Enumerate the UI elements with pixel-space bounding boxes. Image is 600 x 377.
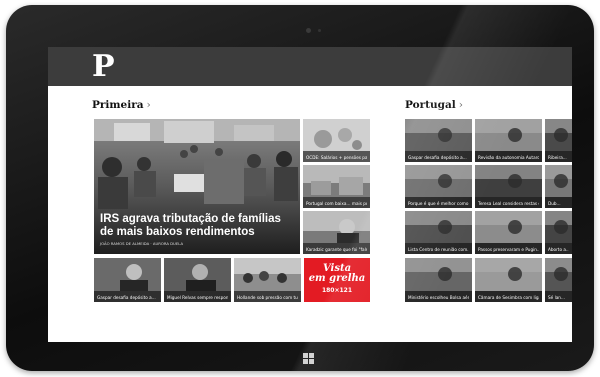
windows-logo-icon[interactable] — [303, 353, 314, 364]
ad-size-label: 180×121 — [321, 287, 353, 294]
tile-caption: Hollande sob pressão com tumultos do... — [237, 295, 298, 300]
article-tile[interactable]: Sé lan... — [545, 258, 572, 302]
article-tile[interactable]: Gaspar desafia depósito a... — [94, 258, 161, 302]
article-tile[interactable]: Karadzic garante que foi "falso para o..… — [303, 211, 370, 254]
section-header-primeira[interactable]: Primeira › — [92, 99, 151, 111]
chevron-right-icon: › — [146, 99, 151, 111]
tile-caption: Karadzic garante que foi "falso para o..… — [306, 247, 367, 252]
article-tile[interactable]: Teresa Leal considera restas do défice..… — [475, 165, 542, 208]
app-header: P — [48, 47, 572, 86]
section-title: Primeira — [92, 99, 144, 111]
article-tile[interactable]: Portugal com baixa… mais pobres de... — [303, 165, 370, 208]
article-tile[interactable]: Câmara de Sesimbra com ligação... — [475, 258, 542, 302]
chevron-right-icon: › — [458, 99, 463, 111]
tile-caption: Gaspar desafia depósito a... — [408, 155, 467, 160]
publico-logo[interactable]: P — [92, 49, 115, 85]
hero-article-tile[interactable]: IRS agrava tributação de famílias de mai… — [94, 119, 300, 254]
article-tile[interactable]: Passos preservaram e Pugin... — [475, 211, 542, 254]
article-tile[interactable]: Revisão da autonomia Autarquia: Puberts … — [475, 119, 542, 162]
section-header-portugal[interactable]: Portugal › — [405, 99, 463, 111]
article-tile[interactable]: Miguel Relvas sempre responde ao... — [164, 258, 231, 302]
article-tile[interactable]: Aborto a... — [545, 211, 572, 254]
tablet-device: P Primeira › IRS agrava tributação de fa… — [6, 5, 594, 371]
tile-caption: Gaspar desafia depósito a... — [97, 295, 156, 300]
tile-caption: Revisão da autonomia Autarquia: Puberts … — [478, 155, 539, 160]
tile-caption: Porque é que é melhor como contribuí... — [408, 201, 469, 206]
camera-icon — [306, 28, 311, 33]
tile-caption: Ministério escolheu Bolsa aéreas... — [408, 295, 469, 300]
article-tile[interactable]: Lista Centro de reunião com... — [405, 211, 472, 254]
tile-caption: Sé lan... — [548, 295, 565, 300]
tile-caption: Câmara de Sesimbra com ligação... — [478, 295, 539, 300]
tile-caption: Teresa Leal considera restas do défice..… — [478, 201, 539, 206]
tile-caption: Aborto a... — [548, 247, 569, 252]
app-screen: P Primeira › IRS agrava tributação de fa… — [48, 47, 572, 342]
article-tile[interactable]: Gaspar desafia depósito a... — [405, 119, 472, 162]
article-tile[interactable]: Ministério escolheu Bolsa aéreas... — [405, 258, 472, 302]
section-title: Portugal — [405, 99, 456, 111]
article-tile[interactable]: Ribeira... — [545, 119, 572, 162]
article-tile[interactable]: OCDE: Salários + pensões pagam IPR... — [303, 119, 370, 162]
article-tile[interactable]: Hollande sob pressão com tumultos do... — [234, 258, 301, 302]
sensor-icon — [318, 29, 321, 32]
ad-line-2: em grelha — [308, 273, 366, 284]
tile-caption: Ribeira... — [548, 155, 567, 160]
tile-caption: OCDE: Salários + pensões pagam IPR... — [306, 155, 367, 160]
hero-byline: JOÃO RAMOS DE ALMEIDA · AURORA DUELA — [100, 241, 184, 246]
advertisement-tile[interactable]: Vista em grelha 180×121 — [304, 258, 370, 302]
article-tile[interactable]: Dub... — [545, 165, 572, 208]
tile-caption: Passos preservaram e Pugin... — [478, 247, 539, 252]
tile-caption: Lista Centro de reunião com... — [408, 247, 469, 252]
tile-caption: Miguel Relvas sempre responde ao... — [167, 295, 228, 300]
hero-headline: IRS agrava tributação de famílias de mai… — [100, 213, 281, 238]
tile-caption: Portugal com baixa… mais pobres de... — [306, 201, 367, 206]
tile-caption: Dub... — [548, 201, 561, 206]
article-tile[interactable]: Porque é que é melhor como contribuí... — [405, 165, 472, 208]
